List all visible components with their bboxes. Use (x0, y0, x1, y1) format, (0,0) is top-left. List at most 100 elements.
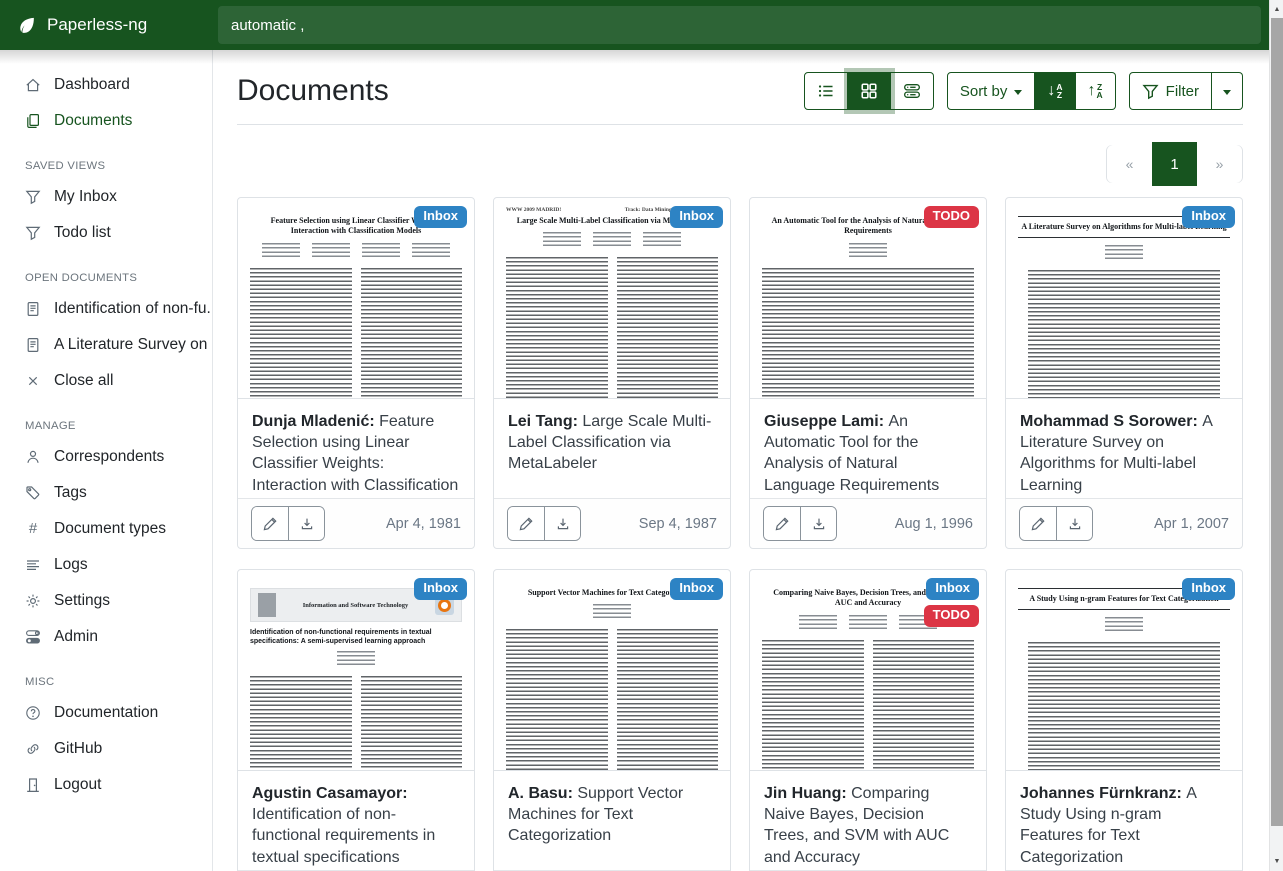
document-card: Inbox WWW 2009 MADRID!Track: Data Mining… (493, 197, 731, 549)
card-footer: Apr 4, 1981 (238, 498, 474, 548)
sidebar-item-documents[interactable]: Documents (0, 103, 212, 139)
sidebar-item-open-doc-1[interactable]: Identification of non-fu... (0, 291, 212, 327)
tag-badge-inbox[interactable]: Inbox (1182, 578, 1235, 600)
document-thumbnail[interactable]: An Automatic Tool for the Analysis of Na… (750, 198, 986, 399)
sidebar-item-label: My Inbox (54, 188, 117, 206)
edit-button[interactable] (764, 507, 800, 540)
sidebar-item-label: Admin (54, 628, 98, 646)
search-input[interactable] (218, 6, 1261, 44)
document-title-link[interactable]: A. Basu: Support Vector Machines for Tex… (494, 771, 730, 870)
scrollbar-up-arrow[interactable]: ▲ (1270, 2, 1283, 17)
filter-group: Filter (1129, 72, 1243, 110)
download-button[interactable] (1056, 507, 1092, 540)
section-label-open-documents: OPEN DOCUMENTS (0, 251, 212, 291)
document-title-link[interactable]: Dunja Mladenić: Feature Selection using … (238, 399, 474, 498)
pagination: « 1 » (1106, 145, 1243, 183)
pagination-previous[interactable]: « (1107, 145, 1152, 183)
tag-badge-inbox[interactable]: Inbox (926, 578, 979, 600)
brand-link[interactable]: Paperless-ng (0, 15, 213, 35)
document-thumbnail[interactable]: WWW 2009 MADRID!Track: Data Mining / Ses… (494, 198, 730, 399)
document-title-link[interactable]: Giuseppe Lami: An Automatic Tool for the… (750, 399, 986, 498)
toggles-icon (25, 629, 41, 645)
pagination-page-1[interactable]: 1 (1152, 142, 1197, 186)
pencil-icon (1030, 516, 1046, 532)
document-thumbnail[interactable]: Information and Software Technology Iden… (238, 570, 474, 771)
tag-badge-todo[interactable]: TODO (924, 605, 979, 627)
scrollbar-thumb[interactable] (1271, 18, 1283, 826)
sort-by-dropdown[interactable]: Sort by (947, 72, 1036, 110)
document-card: TODO An Automatic Tool for the Analysis … (749, 197, 987, 549)
person-icon (25, 449, 41, 465)
sort-by-label: Sort by (960, 83, 1008, 100)
download-icon (299, 516, 315, 532)
sidebar-item-tags[interactable]: Tags (0, 475, 212, 511)
edit-button[interactable] (252, 507, 288, 540)
sidebar-item-admin[interactable]: Admin (0, 619, 212, 655)
sidebar-item-dashboard[interactable]: Dashboard (0, 67, 212, 103)
pencil-icon (518, 516, 534, 532)
document-correspondent: Dunja Mladenić: (252, 413, 379, 430)
tag-badge-todo[interactable]: TODO (924, 206, 979, 228)
thumbnail-authors (250, 651, 462, 668)
tag-badge-inbox[interactable]: Inbox (670, 578, 723, 600)
sidebar-item-documentation[interactable]: Documentation (0, 695, 212, 731)
document-correspondent: Lei Tang: (508, 413, 582, 430)
download-button[interactable] (544, 507, 580, 540)
thumbnail-body-text (1018, 270, 1230, 398)
sidebar-item-document-types[interactable]: # Document types (0, 511, 212, 547)
tag-badge-inbox[interactable]: Inbox (670, 206, 723, 228)
scrollbar-down-arrow[interactable]: ▼ (1270, 854, 1283, 869)
sidebar-item-github[interactable]: GitHub (0, 731, 212, 767)
thumbnail-authors (506, 604, 718, 621)
document-thumbnail[interactable]: A Literature Survey on Algorithms for Mu… (1006, 198, 1242, 399)
sidebar-item-label: Todo list (54, 224, 111, 242)
document-title-link[interactable]: Lei Tang: Large Scale Multi-Label Classi… (494, 399, 730, 498)
edit-button[interactable] (1020, 507, 1056, 540)
document-card: Inbox Support Vector Machines for Text C… (493, 569, 731, 871)
document-thumbnail[interactable]: Feature Selection using Linear Classifie… (238, 198, 474, 399)
filter-label: Filter (1166, 83, 1199, 100)
sidebar-item-logs[interactable]: Logs (0, 547, 212, 583)
tag-badge-inbox[interactable]: Inbox (414, 206, 467, 228)
filter-button[interactable]: Filter (1129, 72, 1212, 110)
download-button[interactable] (800, 507, 836, 540)
tag-badge-inbox[interactable]: Inbox (1182, 206, 1235, 228)
sidebar-item-label: Dashboard (54, 76, 130, 94)
filter-dropdown-toggle[interactable] (1212, 72, 1243, 110)
document-thumbnail[interactable]: Support Vector Machines for Text Categor… (494, 570, 730, 771)
sidebar-item-todo-list[interactable]: Identification of non-fu... Todo list (0, 215, 212, 251)
sidebar-item-label: A Literature Survey on ... (54, 336, 213, 354)
sidebar-item-open-doc-2[interactable]: A Literature Survey on ... (0, 327, 212, 363)
sort-descending-button[interactable]: ↓ AZ (1035, 72, 1075, 110)
download-button[interactable] (288, 507, 324, 540)
document-thumbnail[interactable]: A Study Using n-gram Features for Text C… (1006, 570, 1242, 771)
document-date: Apr 1, 2007 (1154, 516, 1229, 532)
view-list-button[interactable] (804, 72, 848, 110)
sidebar-item-correspondents[interactable]: Correspondents (0, 439, 212, 475)
document-correspondent: Giuseppe Lami: (764, 413, 888, 430)
badges: Inbox (414, 578, 467, 600)
main-content: Documents (213, 50, 1283, 871)
document-title-link[interactable]: Agustin Casamayor: Identification of non… (238, 771, 474, 870)
view-details-button[interactable] (891, 72, 934, 110)
sort-alpha-down-icon: ↓ AZ (1047, 83, 1062, 99)
leaf-logo-icon (17, 16, 36, 35)
tag-icon (25, 485, 41, 501)
view-grid-button[interactable] (848, 72, 891, 110)
pagination-next[interactable]: » (1197, 145, 1242, 183)
view-toggle-group (804, 72, 934, 110)
sidebar-item-logout[interactable]: Logout (0, 767, 212, 803)
sidebar-item-settings[interactable]: Settings (0, 583, 212, 619)
sidebar-item-label: Settings (54, 592, 110, 610)
tag-badge-inbox[interactable]: Inbox (414, 578, 467, 600)
document-title-link[interactable]: Jin Huang: Comparing Naive Bayes, Decisi… (750, 771, 986, 870)
edit-button[interactable] (508, 507, 544, 540)
sidebar-item-my-inbox[interactable]: My Inbox (0, 179, 212, 215)
document-title-link[interactable]: Johannes Fürnkranz: A Study Using n-gram… (1006, 771, 1242, 870)
document-title-link[interactable]: Mohammad S Sorower: A Literature Survey … (1006, 399, 1242, 498)
sort-ascending-button[interactable]: ↑ ZA (1076, 72, 1116, 110)
sidebar-item-close-all[interactable]: Close all (0, 363, 212, 399)
document-card: Inbox Information and Software Technolog… (237, 569, 475, 871)
funnel-icon (1142, 83, 1159, 100)
thumbnail-body-text (762, 268, 974, 399)
